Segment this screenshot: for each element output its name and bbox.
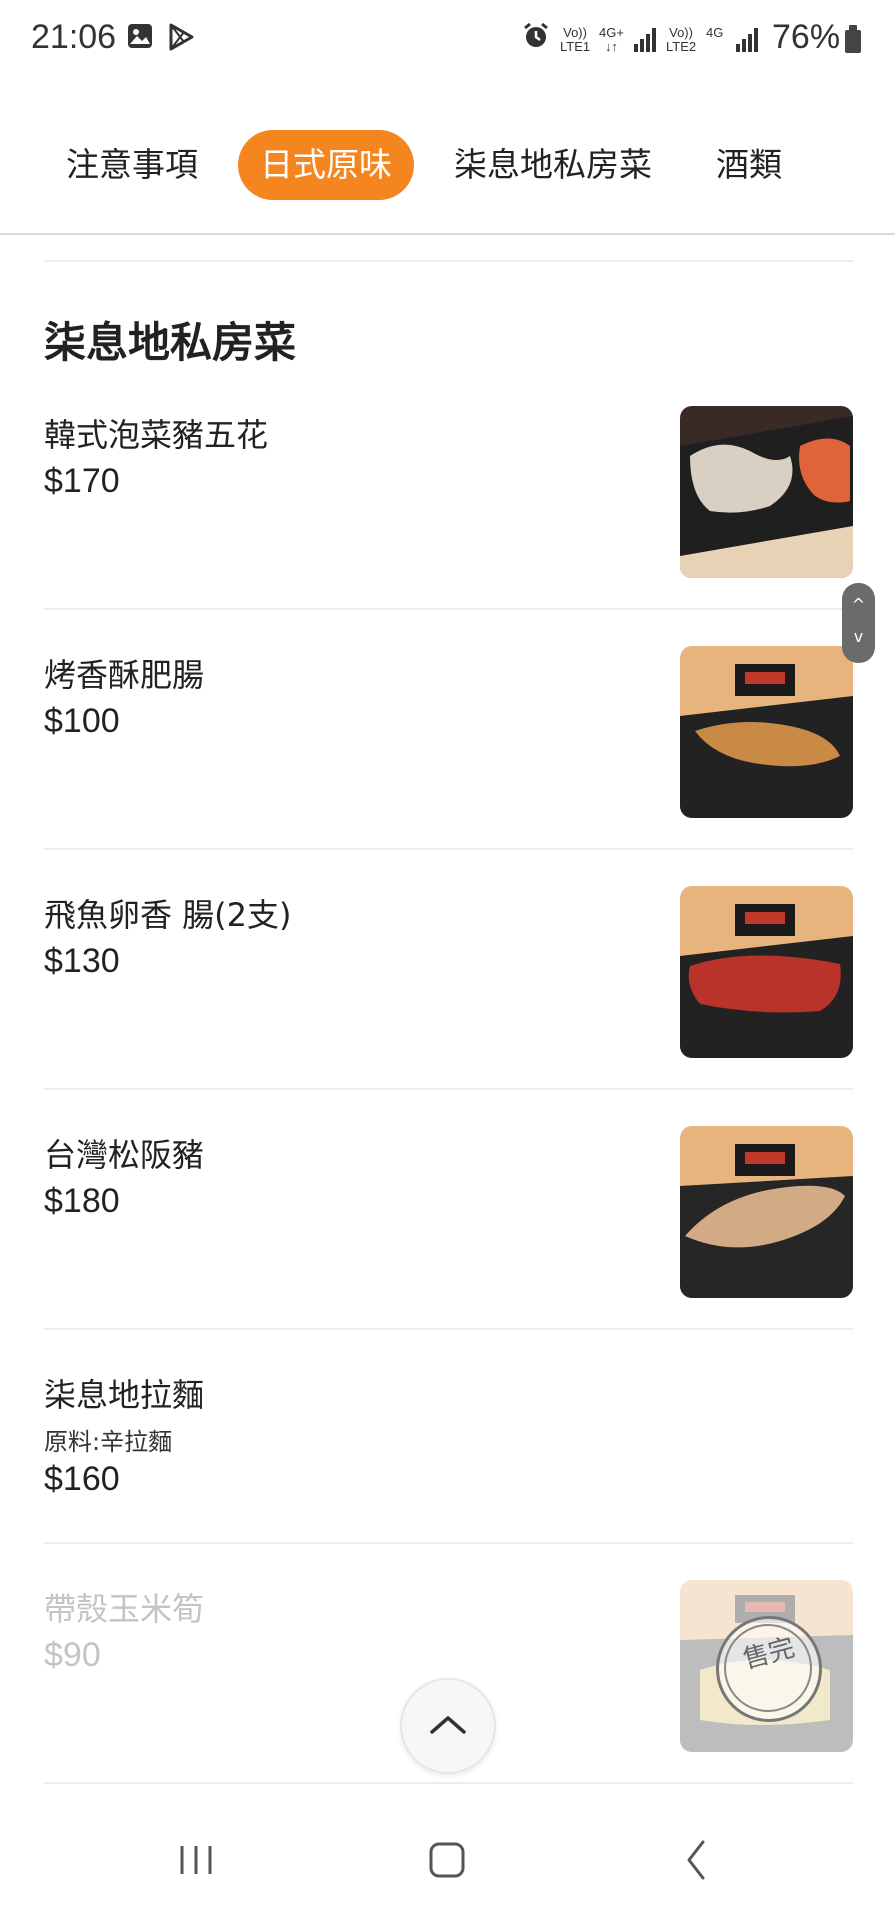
tab-japanese-original[interactable]: 日式原味 bbox=[238, 130, 414, 200]
sim1-indicator: Vo)) LTE1 bbox=[560, 26, 590, 54]
back-icon bbox=[687, 1840, 705, 1880]
sim2-indicator: Vo)) LTE2 bbox=[666, 26, 696, 54]
divider bbox=[44, 260, 853, 262]
battery-icon bbox=[845, 25, 861, 53]
item-price: $100 bbox=[44, 702, 120, 740]
item-description: 原料:辛拉麵 bbox=[44, 1428, 173, 1456]
menu-item[interactable]: 柒息地拉麵 原料:辛拉麵 $160 bbox=[0, 1330, 895, 1542]
menu-item[interactable]: 飛魚卵香 腸(2支) $130 bbox=[0, 850, 895, 1088]
back-to-top-button[interactable] bbox=[400, 1678, 496, 1774]
section-title: 柒息地私房菜 bbox=[44, 318, 297, 367]
battery-percent: 76% bbox=[772, 18, 841, 56]
net1-indicator: 4G+ ↓↑ bbox=[599, 26, 624, 54]
category-tabs: 注意事項 日式原味 柒息地私房菜 酒類 bbox=[0, 120, 895, 235]
net1-arrows-label: ↓↑ bbox=[604, 39, 618, 54]
item-price: $180 bbox=[44, 1182, 120, 1220]
recent-apps-button[interactable] bbox=[156, 1830, 236, 1890]
chevron-down-icon: v bbox=[853, 627, 864, 646]
item-name: 帶殼玉米筍 bbox=[44, 1590, 205, 1628]
chevron-up-icon: ^ bbox=[851, 595, 866, 614]
tab-notes[interactable]: 注意事項 bbox=[44, 130, 220, 200]
sim1-lte-label: LTE1 bbox=[560, 39, 591, 54]
back-button[interactable] bbox=[657, 1830, 737, 1890]
status-bar: 21:06 Vo)) LTE1 4G+ ↓↑ Vo)) LTE2 4G 76% bbox=[0, 0, 895, 80]
item-price: $170 bbox=[44, 462, 120, 500]
alarm-icon bbox=[524, 22, 548, 47]
home-button[interactable] bbox=[407, 1830, 487, 1890]
item-name: 飛魚卵香 腸(2支) bbox=[44, 896, 292, 934]
status-time: 21:06 bbox=[31, 18, 117, 56]
item-name: 韓式泡菜豬五花 bbox=[44, 416, 269, 454]
divider bbox=[44, 1782, 853, 1784]
sim2-volte-label: Vo)) bbox=[669, 25, 693, 40]
item-price: $90 bbox=[44, 1636, 101, 1674]
menu-item[interactable]: 烤香酥肥腸 $100 bbox=[0, 610, 895, 848]
gallery-icon bbox=[128, 24, 152, 48]
menu-item[interactable]: 台灣松阪豬 $180 bbox=[0, 1090, 895, 1328]
item-name: 柒息地拉麵 bbox=[44, 1376, 205, 1414]
sim1-volte-label: Vo)) bbox=[563, 25, 587, 40]
item-name: 台灣松阪豬 bbox=[44, 1136, 205, 1174]
item-price: $130 bbox=[44, 942, 120, 980]
tab-private-dishes[interactable]: 柒息地私房菜 bbox=[432, 130, 674, 200]
chevron-up-icon bbox=[430, 1716, 466, 1734]
scroll-handle[interactable]: ^ v bbox=[842, 583, 875, 663]
system-nav-bar bbox=[0, 1800, 895, 1920]
item-photo bbox=[680, 886, 853, 1058]
sim2-lte-label: LTE2 bbox=[666, 39, 697, 54]
tab-drinks[interactable]: 酒類 bbox=[694, 130, 804, 200]
net2-indicator: 4G bbox=[706, 26, 723, 40]
home-icon bbox=[429, 1842, 465, 1878]
item-photo bbox=[680, 406, 853, 578]
signal-icon bbox=[736, 28, 762, 52]
item-name: 烤香酥肥腸 bbox=[44, 656, 205, 694]
item-photo bbox=[680, 646, 853, 818]
recent-apps-icon bbox=[180, 1846, 212, 1874]
play-store-icon bbox=[169, 23, 194, 51]
sold-out-stamp: 售完 bbox=[716, 1616, 822, 1722]
menu-item[interactable]: 韓式泡菜豬五花 $170 bbox=[0, 380, 895, 608]
item-price: $160 bbox=[44, 1460, 120, 1498]
net1-type-label: 4G+ bbox=[599, 25, 624, 40]
item-photo bbox=[680, 1126, 853, 1298]
signal-icon bbox=[634, 28, 660, 52]
net2-type-label: 4G bbox=[706, 25, 724, 40]
